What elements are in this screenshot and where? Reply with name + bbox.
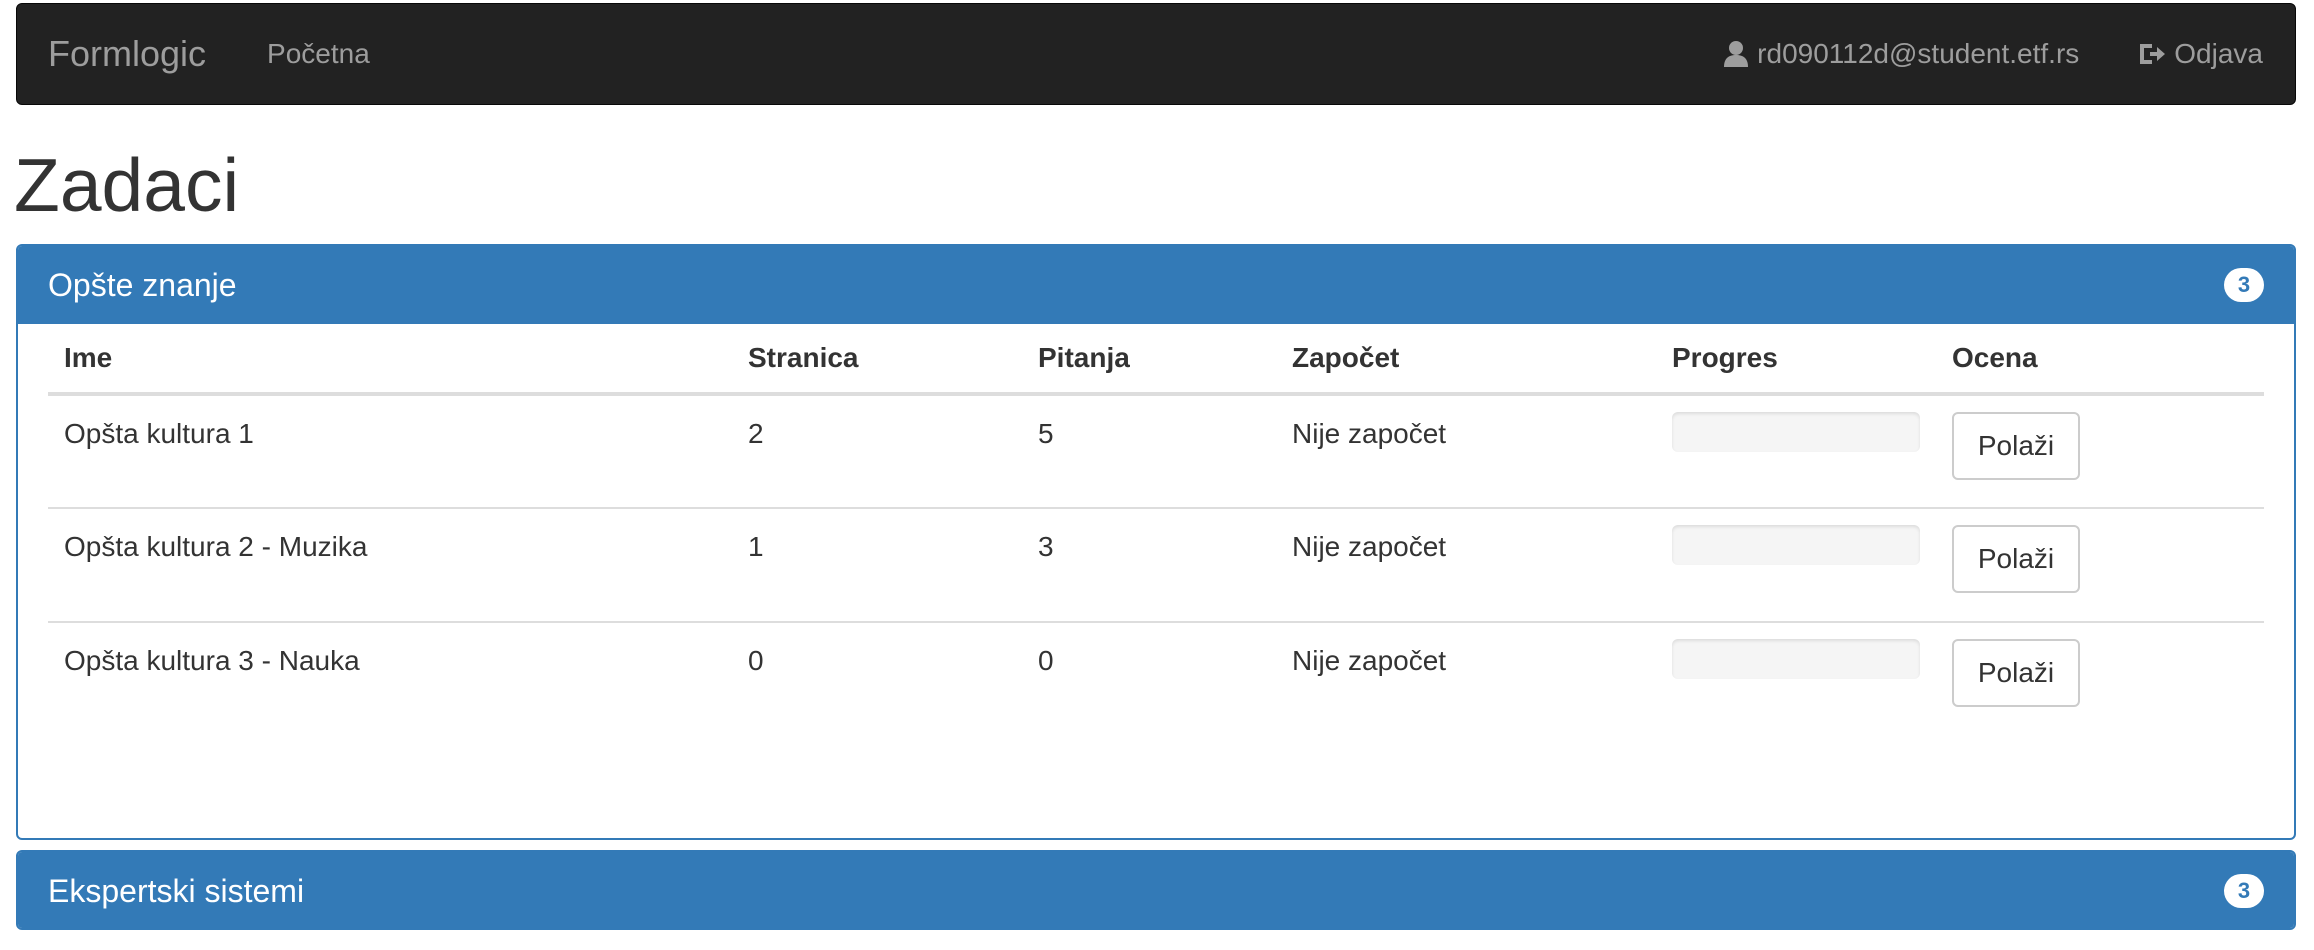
progress-cell <box>1656 394 1936 508</box>
task-pages: 0 <box>732 621 1022 736</box>
table-row: Opšta kultura 1 2 5 Nije započet Polaži <box>48 394 2264 508</box>
user-menu[interactable]: rd090112d@student.etf.rs <box>1723 38 2079 70</box>
panel-title: Opšte znanje <box>48 266 237 303</box>
user-email: rd090112d@student.etf.rs <box>1757 38 2080 69</box>
panel-heading[interactable]: Ekspertski sistemi 3 <box>18 852 2294 928</box>
navbar: Formlogic Početna rd090112d@student.etf.… <box>16 3 2296 105</box>
task-name: Opšta kultura 2 - Muzika <box>48 507 732 622</box>
action-cell: Polaži <box>1936 507 2264 622</box>
progress-cell <box>1656 621 1936 736</box>
column-header-progress: Progres <box>1656 338 1936 396</box>
take-test-button[interactable]: Polaži <box>1952 412 2080 480</box>
table-row: Opšta kultura 3 - Nauka 0 0 Nije započet… <box>48 621 2264 736</box>
brand-logo[interactable]: Formlogic <box>48 33 206 75</box>
column-header-name: Ime <box>48 338 732 396</box>
column-header-started: Započet <box>1276 338 1656 396</box>
progress-bar <box>1672 525 1920 565</box>
task-pages: 1 <box>732 507 1022 622</box>
action-cell: Polaži <box>1936 621 2264 736</box>
column-header-grade: Ocena <box>1936 338 2264 396</box>
panel-ekspertski-sistemi: Ekspertski sistemi 3 <box>16 850 2296 930</box>
task-started: Nije započet <box>1292 418 1447 449</box>
task-questions: 3 <box>1022 507 1276 622</box>
logout-icon <box>2140 44 2166 64</box>
logout-link[interactable]: Odjava <box>2138 38 2263 70</box>
page-title: Zadaci <box>14 143 240 227</box>
navbar-right: rd090112d@student.etf.rs Odjava <box>1723 4 2295 104</box>
task-pages: 2 <box>748 418 764 449</box>
task-questions: 0 <box>1022 621 1276 736</box>
action-cell: Polaži <box>1936 394 2264 508</box>
take-test-button[interactable]: Polaži <box>1952 525 2080 593</box>
logout-label: Odjava <box>2174 38 2263 69</box>
task-name: Opšta kultura 1 <box>64 418 254 449</box>
column-header-pages: Stranica <box>732 338 1022 396</box>
table-row: Opšta kultura 2 - Muzika 1 3 Nije započe… <box>48 507 2264 622</box>
panel-heading[interactable]: Opšte znanje 3 <box>18 246 2294 324</box>
task-name: Opšta kultura 3 - Nauka <box>48 621 732 736</box>
progress-bar <box>1672 639 1920 679</box>
column-header-questions: Pitanja <box>1022 338 1276 396</box>
table-header-row: Ime Stranica Pitanja Započet Progres Oce… <box>48 338 2264 396</box>
progress-bar <box>1672 412 1920 452</box>
tasks-table: Ime Stranica Pitanja Započet Progres Oce… <box>48 338 2264 736</box>
task-started: Nije započet <box>1276 507 1656 622</box>
user-icon <box>1724 41 1749 67</box>
count-badge: 3 <box>2224 268 2264 302</box>
task-questions: 5 <box>1038 418 1054 449</box>
count-badge: 3 <box>2224 874 2264 908</box>
task-started: Nije započet <box>1276 621 1656 736</box>
take-test-button[interactable]: Polaži <box>1952 639 2080 707</box>
nav-link-home[interactable]: Početna <box>267 38 370 70</box>
panel-title: Ekspertski sistemi <box>48 872 305 909</box>
progress-cell <box>1656 507 1936 622</box>
panel-opste-znanje: Opšte znanje 3 Ime Stranica Pitanja Zapo… <box>16 244 2296 840</box>
